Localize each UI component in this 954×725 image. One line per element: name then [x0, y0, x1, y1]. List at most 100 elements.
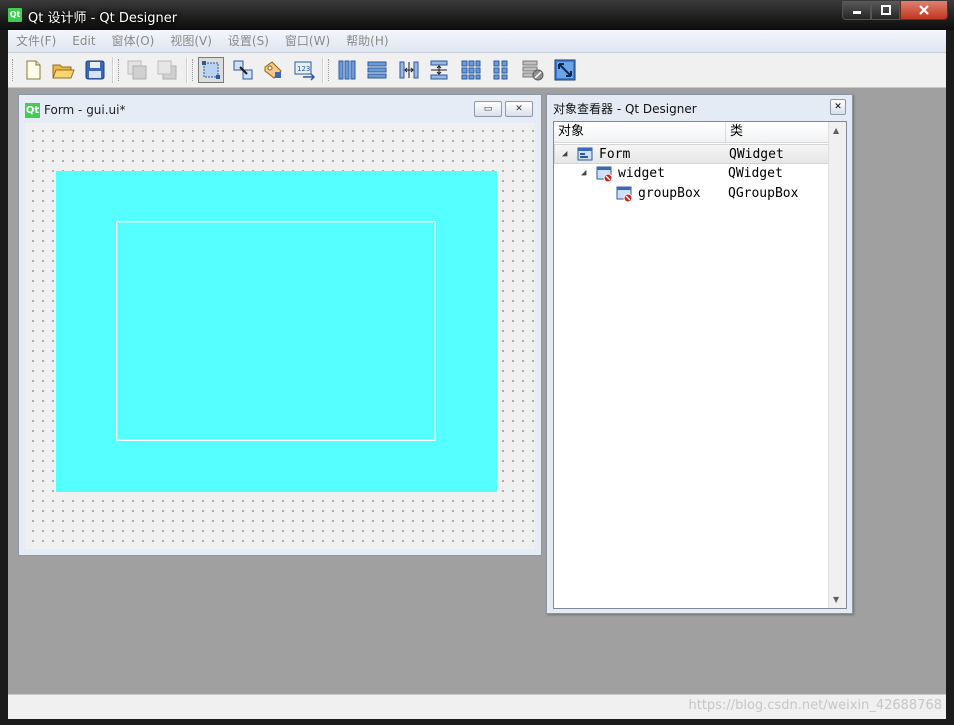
window-controls — [842, 1, 948, 21]
menu-edit[interactable]: Edit — [64, 30, 103, 52]
expand-arrow-icon[interactable]: ◢ — [581, 168, 586, 178]
layout-form-icon — [493, 60, 508, 80]
toolbar-separator — [112, 57, 114, 83]
maximize-icon — [880, 5, 891, 15]
widget[interactable] — [56, 171, 497, 492]
menu-file[interactable]: 文件(F) — [8, 30, 64, 52]
layout-form-button[interactable] — [488, 57, 514, 83]
layout-vertical-button[interactable] — [364, 57, 390, 83]
tool-bar: 123 — [8, 53, 946, 88]
adjust-size-icon — [554, 59, 576, 81]
qt-form-icon: Qt — [25, 102, 40, 118]
edit-widgets-button[interactable] — [198, 57, 224, 83]
expand-arrow-icon[interactable]: ◢ — [562, 149, 567, 159]
tree-row-groupbox[interactable]: groupBox QGroupBox — [554, 184, 829, 204]
minimize-button[interactable] — [842, 1, 871, 20]
toolbar-grip[interactable] — [118, 59, 121, 81]
toolbar-grip[interactable] — [328, 59, 331, 81]
watermark-text: https://blog.csdn.net/weixin_42688768 — [688, 698, 942, 713]
menu-view[interactable]: 视图(V) — [162, 30, 220, 52]
header-divider[interactable] — [725, 122, 726, 142]
object-inspector-title: 对象查看器 - Qt Designer — [553, 102, 697, 116]
form-minimize-button[interactable]: ▭ — [474, 101, 502, 117]
tree-object-class: QWidget — [728, 166, 783, 181]
svg-text:123: 123 — [297, 65, 310, 73]
save-button[interactable] — [82, 57, 108, 83]
layout-grid-icon — [461, 60, 481, 80]
form-subwindow[interactable]: Qt Form - gui.ui* ▭ ✕ — [18, 94, 542, 556]
widget-icon — [577, 147, 593, 161]
edit-buddies-button[interactable] — [260, 57, 286, 83]
layout-horizontal-splitter-icon — [399, 61, 419, 79]
designer-client-area: 文件(F) Edit 窗体(O) 视图(V) 设置(S) 窗口(W) 帮助(H) — [8, 30, 946, 719]
widget-icon — [596, 166, 613, 183]
menu-window[interactable]: 窗口(W) — [277, 30, 338, 52]
group-box[interactable] — [116, 221, 436, 441]
object-tree[interactable]: 对象 类 ◢ Form QWidget ◢ widget QWidget gro… — [553, 121, 847, 609]
layout-vertical-icon — [367, 61, 387, 79]
edit-widgets-icon — [202, 61, 220, 79]
toolbar-grip[interactable] — [192, 59, 195, 81]
send-to-back-button[interactable] — [124, 57, 150, 83]
object-inspector-panel: 对象查看器 - Qt Designer ✕ 对象 类 ◢ Form QWidge… — [546, 94, 853, 614]
groupbox-icon — [616, 186, 633, 203]
window-titlebar[interactable]: Qt Qt 设计师 - Qt Designer — [0, 0, 954, 30]
break-layout-button[interactable] — [520, 57, 546, 83]
bring-to-front-button[interactable] — [154, 57, 180, 83]
minimize-icon — [852, 11, 861, 14]
edit-signals-slots-button[interactable] — [230, 57, 256, 83]
qt-app-icon: Qt — [8, 8, 22, 22]
tree-scrollbar[interactable]: ▲ ▼ — [828, 122, 846, 608]
edit-tab-order-icon: 123 — [294, 61, 316, 81]
tree-object-class: QWidget — [729, 147, 784, 162]
toolbar-separator — [186, 57, 188, 83]
new-file-icon — [26, 60, 41, 80]
layout-horizontal-button[interactable] — [334, 57, 360, 83]
inspector-close-button[interactable]: ✕ — [830, 99, 846, 115]
bring-to-front-icon — [157, 60, 177, 80]
menu-bar: 文件(F) Edit 窗体(O) 视图(V) 设置(S) 窗口(W) 帮助(H) — [8, 30, 946, 53]
toolbar-separator — [322, 57, 324, 83]
tree-header: 对象 类 — [554, 122, 829, 143]
form-close-button[interactable]: ✕ — [505, 101, 533, 117]
tree-object-name: Form — [599, 147, 631, 162]
scroll-down-icon[interactable]: ▼ — [833, 595, 839, 604]
scroll-up-icon[interactable]: ▲ — [833, 126, 839, 135]
tree-object-name: widget — [618, 166, 665, 181]
mdi-area: Qt Form - gui.ui* ▭ ✕ 对象查看器 - Qt Designe… — [8, 88, 946, 694]
menu-form[interactable]: 窗体(O) — [104, 30, 163, 52]
close-icon: ✕ — [515, 104, 523, 114]
header-class[interactable]: 类 — [730, 122, 743, 142]
send-to-back-icon — [127, 60, 147, 80]
form-design-canvas[interactable] — [25, 123, 535, 549]
menu-help[interactable]: 帮助(H) — [338, 30, 396, 52]
adjust-size-button[interactable] — [552, 57, 578, 83]
close-icon — [919, 5, 929, 15]
layout-grid-button[interactable] — [458, 57, 484, 83]
header-object[interactable]: 对象 — [558, 122, 584, 142]
window-title: Qt 设计师 - Qt Designer — [28, 11, 178, 26]
edit-tab-order-button[interactable]: 123 — [292, 57, 318, 83]
menu-settings[interactable]: 设置(S) — [220, 30, 277, 52]
open-folder-icon — [52, 64, 75, 79]
tree-row-form[interactable]: ◢ Form QWidget — [554, 144, 829, 164]
tree-row-widget[interactable]: ◢ widget QWidget — [554, 164, 829, 184]
close-button[interactable] — [900, 1, 948, 20]
close-icon: ✕ — [834, 102, 842, 112]
minimize-icon: ▭ — [483, 104, 493, 114]
open-button[interactable] — [50, 57, 76, 83]
maximize-button[interactable] — [871, 1, 900, 20]
layout-vertical-splitter-icon — [430, 60, 448, 80]
new-file-button[interactable] — [20, 57, 46, 83]
toolbar-grip[interactable] — [12, 59, 15, 81]
edit-signals-slots-icon — [233, 60, 253, 80]
edit-buddies-icon — [264, 61, 282, 79]
save-icon — [85, 60, 105, 80]
tree-object-name: groupBox — [638, 186, 701, 201]
layout-vertical-splitter-button[interactable] — [426, 57, 452, 83]
layout-horizontal-icon — [338, 60, 356, 80]
status-bar: https://blog.csdn.net/weixin_42688768 — [8, 694, 946, 719]
break-layout-icon — [522, 60, 544, 81]
layout-horizontal-splitter-button[interactable] — [396, 57, 422, 83]
form-subwindow-titlebar[interactable]: Qt Form - gui.ui* — [25, 101, 126, 119]
